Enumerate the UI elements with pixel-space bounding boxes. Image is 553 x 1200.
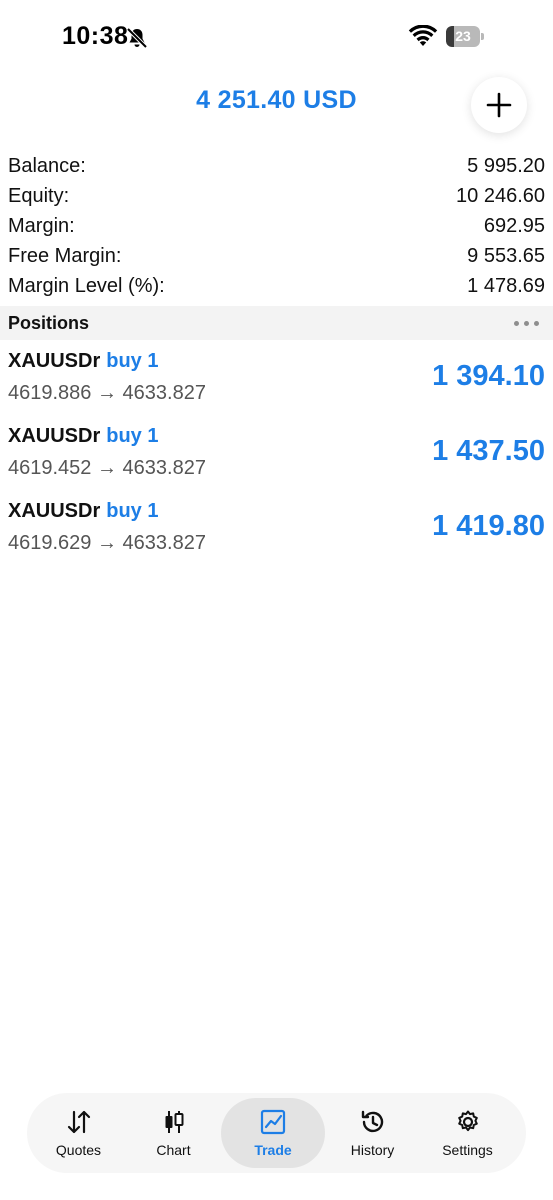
- account-summary: Balance: 5 995.20 Equity: 10 246.60 Marg…: [0, 151, 553, 301]
- summary-row-margin: Margin: 692.95: [0, 211, 553, 241]
- summary-row-balance: Balance: 5 995.20: [0, 151, 553, 181]
- summary-label: Free Margin:: [8, 244, 122, 267]
- positions-title: Positions: [8, 312, 90, 333]
- summary-value: 1 478.69: [467, 274, 545, 297]
- more-horizontal-icon[interactable]: [514, 320, 539, 326]
- bell-slash-icon: [126, 27, 148, 49]
- symbol-text: XAUUSDr: [8, 425, 101, 447]
- summary-row-free-margin: Free Margin: 9 553.65: [0, 241, 553, 271]
- status-bar: 10:38 23: [0, 0, 553, 70]
- summary-row-margin-level: Margin Level (%): 1 478.69: [0, 271, 553, 301]
- symbol-text: XAUUSDr: [8, 500, 101, 522]
- status-time: 10:38: [62, 22, 129, 50]
- position-side: buy 1: [106, 350, 159, 372]
- summary-row-equity: Equity: 10 246.60: [0, 181, 553, 211]
- trade-chart-icon: [260, 1109, 286, 1135]
- wifi-icon: [408, 25, 438, 46]
- position-profit: 1 394.10: [432, 360, 545, 392]
- position-side: buy 1: [106, 425, 159, 447]
- tab-quotes[interactable]: Quotes: [31, 1098, 126, 1168]
- tab-label: Trade: [254, 1142, 292, 1158]
- bottom-tab-bar: Quotes Chart Trade History Settings: [27, 1093, 526, 1173]
- arrows-updown-icon: [67, 1110, 90, 1134]
- position-prices: 4619.452 → 4633.827: [8, 457, 206, 479]
- plus-icon: [486, 92, 512, 118]
- position-row[interactable]: XAUUSDr buy 1 4619.629 → 4633.827 1 419.8…: [0, 492, 553, 567]
- position-prices: 4619.629 → 4633.827: [8, 532, 206, 554]
- positions-section-header: Positions: [0, 306, 553, 340]
- summary-value: 5 995.20: [467, 154, 545, 177]
- summary-label: Balance:: [8, 154, 86, 177]
- summary-value: 9 553.65: [467, 244, 545, 267]
- symbol-text: XAUUSDr: [8, 350, 101, 372]
- account-balance-title: 4 251.40 USD: [196, 86, 357, 114]
- new-order-button[interactable]: [471, 77, 527, 133]
- position-side: buy 1: [106, 500, 159, 522]
- history-clock-icon: [361, 1110, 383, 1133]
- position-symbol: XAUUSDr buy 1: [8, 500, 159, 523]
- summary-label: Equity:: [8, 184, 70, 207]
- tab-label: Chart: [156, 1142, 191, 1158]
- position-symbol: XAUUSDr buy 1: [8, 350, 159, 373]
- tab-label: History: [350, 1142, 395, 1158]
- position-row[interactable]: XAUUSDr buy 1 4619.452 → 4633.827 1 437.5…: [0, 417, 553, 492]
- position-profit: 1 419.80: [432, 510, 545, 542]
- position-row[interactable]: XAUUSDr buy 1 4619.886 → 4633.827 1 394.1…: [0, 342, 553, 417]
- gear-icon: [457, 1110, 478, 1132]
- position-profit: 1 437.50: [432, 435, 545, 467]
- tab-history[interactable]: History: [325, 1098, 420, 1168]
- tab-label: Quotes: [55, 1142, 102, 1158]
- summary-value: 10 246.60: [456, 184, 545, 207]
- tab-settings[interactable]: Settings: [420, 1098, 515, 1168]
- tab-trade[interactable]: Trade: [221, 1098, 325, 1168]
- tab-chart[interactable]: Chart: [126, 1098, 221, 1168]
- summary-value: 692.95: [483, 214, 545, 237]
- position-symbol: XAUUSDr buy 1: [8, 425, 159, 448]
- summary-label: Margin Level (%):: [8, 274, 165, 297]
- position-prices: 4619.886 → 4633.827: [8, 382, 206, 404]
- tab-label: Settings: [442, 1142, 493, 1158]
- battery-icon: 23: [446, 26, 484, 47]
- candlestick-icon: [165, 1111, 183, 1133]
- summary-label: Margin:: [8, 214, 75, 237]
- battery-level: 23: [455, 28, 471, 44]
- trade-screen: 10:38 23 4 251.40 USD Balance: 5 995.20 …: [0, 0, 553, 1200]
